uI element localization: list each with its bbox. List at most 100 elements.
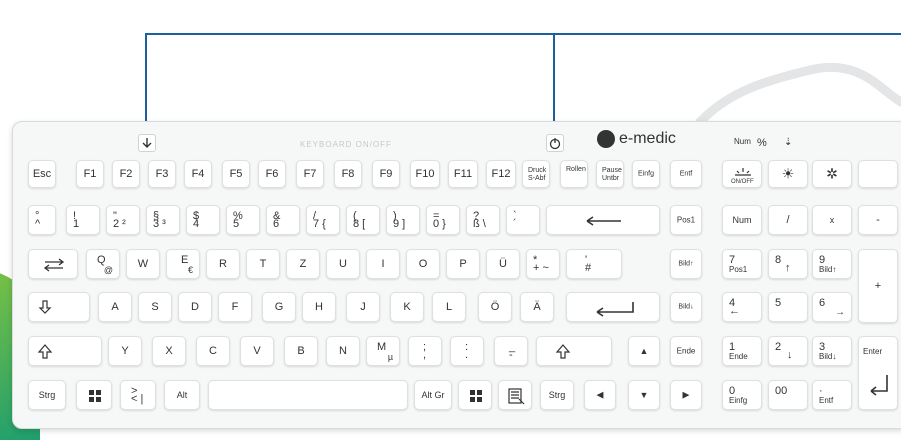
key-entf[interactable]: Entf bbox=[670, 160, 702, 188]
power-button[interactable] bbox=[546, 134, 564, 152]
key-dot[interactable]: :. bbox=[450, 336, 484, 366]
key-f3[interactable]: F3 bbox=[148, 160, 176, 188]
key-ue[interactable]: Ü bbox=[486, 249, 520, 279]
key-8[interactable]: (8 [ bbox=[346, 205, 380, 235]
key-pos1[interactable]: Pos1 bbox=[670, 205, 702, 235]
key-caret[interactable]: ° ^ bbox=[28, 205, 56, 235]
key-e[interactable]: E € bbox=[166, 249, 200, 279]
key-5[interactable]: % 5 bbox=[226, 205, 260, 235]
num-key-div[interactable]: / bbox=[768, 205, 808, 235]
key-z[interactable]: Z bbox=[286, 249, 320, 279]
key-bild-up[interactable]: Bild↑ bbox=[670, 249, 702, 279]
key-esc[interactable]: Esc bbox=[28, 160, 56, 188]
key-k[interactable]: K bbox=[390, 292, 424, 322]
key-shift-right[interactable] bbox=[536, 336, 612, 366]
scroll-toggle-button[interactable] bbox=[138, 134, 156, 152]
num-key-4[interactable]: 4 ← bbox=[722, 292, 762, 322]
key-j[interactable]: J bbox=[346, 292, 380, 322]
num-key-5[interactable]: 5 bbox=[768, 292, 808, 322]
num-key-8[interactable]: 8 ↑ bbox=[768, 249, 808, 279]
key-f[interactable]: F bbox=[218, 292, 252, 322]
num-key-mul[interactable]: x bbox=[812, 205, 852, 235]
num-key-num[interactable]: Num bbox=[722, 205, 762, 235]
key-r[interactable]: R bbox=[206, 249, 240, 279]
key-strg-right[interactable]: Strg bbox=[540, 380, 574, 410]
num-key-minus[interactable]: - bbox=[858, 205, 898, 235]
key-f11[interactable]: F11 bbox=[448, 160, 478, 188]
key-f2[interactable]: F2 bbox=[112, 160, 140, 188]
key-bild-down[interactable]: Bild↓ bbox=[670, 292, 702, 322]
key-sz[interactable]: ? ß \ bbox=[466, 205, 500, 235]
key-arrow-up[interactable]: ▲ bbox=[628, 336, 660, 366]
key-media-onoff[interactable]: ON/OFF bbox=[722, 160, 762, 188]
num-key-00[interactable]: 00 bbox=[768, 380, 808, 410]
key-v[interactable]: V bbox=[240, 336, 274, 366]
key-arrow-down[interactable]: ▼ bbox=[628, 380, 660, 410]
key-shift-left[interactable] bbox=[28, 336, 102, 366]
num-key-3[interactable]: 3 Bild↓ bbox=[812, 336, 852, 366]
key-plus[interactable]: * + ~ bbox=[526, 249, 560, 279]
key-b[interactable]: B bbox=[284, 336, 318, 366]
key-win-right[interactable] bbox=[458, 380, 492, 410]
num-key-7[interactable]: 7 Pos1 bbox=[722, 249, 762, 279]
key-dash[interactable]: _ - bbox=[494, 336, 528, 366]
num-key-6[interactable]: 6 → bbox=[812, 292, 852, 322]
num-key-1[interactable]: 1 Ende bbox=[722, 336, 762, 366]
key-l[interactable]: L bbox=[432, 292, 466, 322]
key-accent[interactable]: ` ´ bbox=[506, 205, 540, 235]
key-6[interactable]: & 6 bbox=[266, 205, 300, 235]
key-c[interactable]: C bbox=[196, 336, 230, 366]
key-brightness-up[interactable]: ✲ bbox=[812, 160, 852, 188]
key-f12[interactable]: F12 bbox=[486, 160, 516, 188]
key-enter[interactable] bbox=[566, 292, 660, 322]
key-brightness-down[interactable]: ☀ bbox=[768, 160, 808, 188]
key-m[interactable]: Mµ bbox=[366, 336, 400, 366]
key-ae[interactable]: Ä bbox=[520, 292, 554, 322]
key-4[interactable]: $4 bbox=[186, 205, 220, 235]
key-p[interactable]: P bbox=[446, 249, 480, 279]
key-q[interactable]: Q @ bbox=[86, 249, 120, 279]
num-key-2[interactable]: 2 ↓ bbox=[768, 336, 808, 366]
num-key-0[interactable]: 0 Einfg bbox=[722, 380, 762, 410]
key-1[interactable]: ! 1 bbox=[66, 205, 100, 235]
key-9[interactable]: ) 9 ] bbox=[386, 205, 420, 235]
key-arrow-right[interactable]: ▶ bbox=[670, 380, 702, 410]
key-less-than[interactable]: > < | bbox=[120, 380, 156, 410]
key-ende[interactable]: Ende bbox=[670, 336, 702, 366]
key-comma[interactable]: ;, bbox=[408, 336, 442, 366]
key-f4[interactable]: F4 bbox=[184, 160, 212, 188]
num-key-9[interactable]: 9 Bild↑ bbox=[812, 249, 852, 279]
key-0[interactable]: = 0 } bbox=[426, 205, 460, 235]
key-rollen[interactable]: Rollen bbox=[560, 160, 588, 188]
key-f5[interactable]: F5 bbox=[222, 160, 250, 188]
key-oe[interactable]: Ö bbox=[478, 292, 512, 322]
key-backspace[interactable] bbox=[546, 205, 660, 235]
key-u[interactable]: U bbox=[326, 249, 360, 279]
num-key-enter[interactable]: Enter bbox=[858, 336, 898, 410]
key-arrow-left[interactable]: ◀ bbox=[584, 380, 616, 410]
key-y[interactable]: Y bbox=[108, 336, 142, 366]
key-druck[interactable]: Druck S-Abf bbox=[522, 160, 550, 188]
key-altgr[interactable]: Alt Gr bbox=[414, 380, 452, 410]
key-x[interactable]: X bbox=[152, 336, 186, 366]
key-f7[interactable]: F7 bbox=[296, 160, 324, 188]
key-o[interactable]: O bbox=[406, 249, 440, 279]
key-f8[interactable]: F8 bbox=[334, 160, 362, 188]
key-space[interactable] bbox=[208, 380, 408, 410]
key-f10[interactable]: F10 bbox=[410, 160, 440, 188]
key-win-left[interactable] bbox=[76, 380, 112, 410]
key-strg-left[interactable]: Strg bbox=[28, 380, 66, 410]
key-3[interactable]: § 3 ³ bbox=[146, 205, 180, 235]
key-n[interactable]: N bbox=[326, 336, 360, 366]
key-a[interactable]: A bbox=[98, 292, 132, 322]
key-t[interactable]: T bbox=[246, 249, 280, 279]
key-einfg[interactable]: Einfg bbox=[632, 160, 660, 188]
key-alt[interactable]: Alt bbox=[164, 380, 200, 410]
key-g[interactable]: G bbox=[262, 292, 296, 322]
key-d[interactable]: D bbox=[178, 292, 212, 322]
key-caps[interactable] bbox=[28, 292, 90, 322]
key-w[interactable]: W bbox=[126, 249, 160, 279]
key-s[interactable]: S bbox=[138, 292, 172, 322]
key-2[interactable]: " 2 ² bbox=[106, 205, 140, 235]
key-hash[interactable]: ' # bbox=[566, 249, 622, 279]
